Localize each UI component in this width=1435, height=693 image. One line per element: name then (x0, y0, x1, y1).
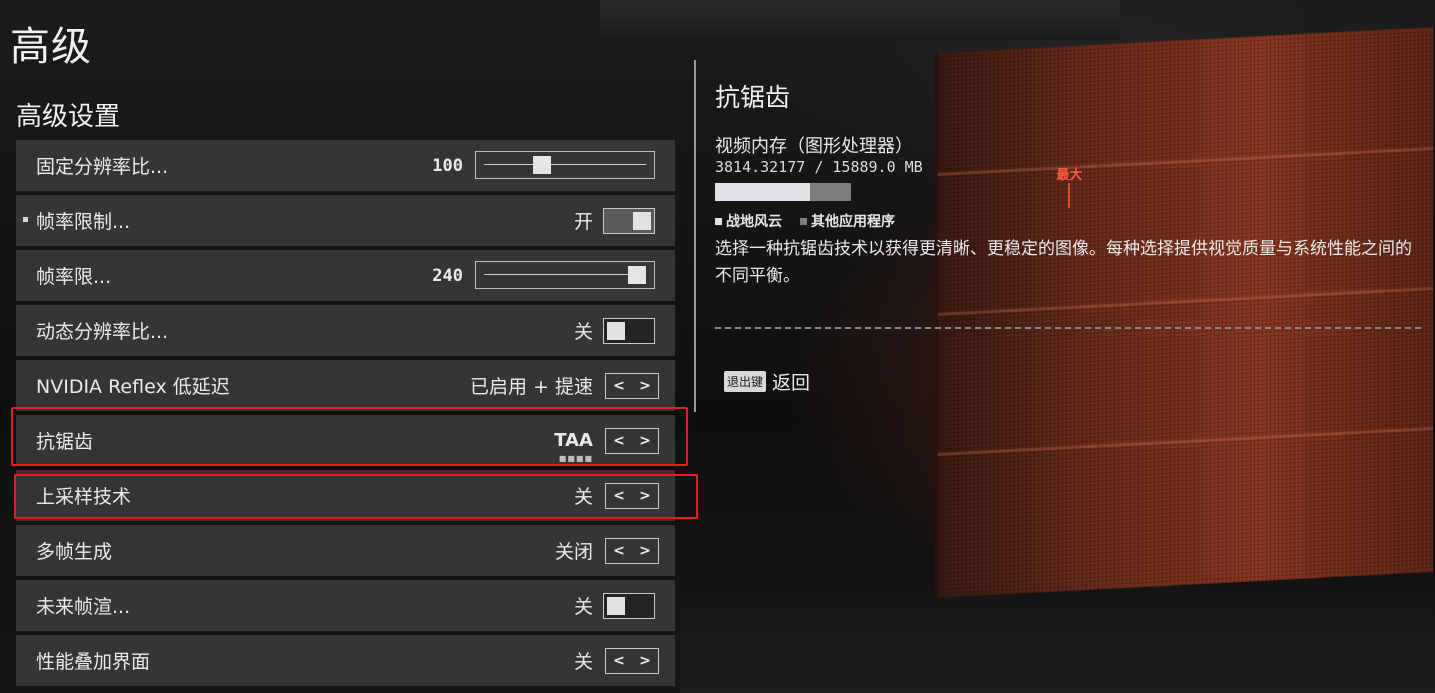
setting-row[interactable]: NVIDIA Reflex 低延迟 已启用 + 提速 < > (16, 360, 675, 411)
setting-toggle[interactable] (603, 318, 655, 344)
vram-other-segment (809, 183, 851, 201)
back-label: 返回 (772, 372, 811, 394)
setting-row[interactable]: 固定分辨率比... 100 (16, 140, 675, 191)
setting-row[interactable]: 多帧生成 关闭 < > (16, 525, 675, 576)
slider-track (484, 164, 646, 165)
vram-game-segment (715, 183, 810, 201)
setting-label: NVIDIA Reflex 低延迟 (36, 376, 230, 398)
vram-label: 视频内存（图形处理器） (715, 136, 913, 157)
vram-legend: 战地风云 其他应用程序 (715, 211, 895, 231)
slider-thumb[interactable] (533, 156, 552, 174)
setting-row[interactable]: 动态分辨率比... 关 (16, 305, 675, 356)
setting-label: 未来帧渲... (36, 596, 131, 618)
option-selector[interactable]: < > (605, 538, 659, 564)
setting-value: 关闭 (554, 541, 593, 563)
setting-label: 固定分辨率比... (36, 156, 169, 178)
setting-label: 帧率限... (36, 266, 112, 288)
legend-label: 战地风云 (726, 214, 782, 230)
chevron-right-icon[interactable]: > (639, 653, 651, 669)
toggle-knob (607, 322, 625, 340)
chevron-right-icon[interactable]: > (639, 543, 651, 559)
legend-swatch (715, 218, 722, 225)
legend-label: 其他应用程序 (811, 214, 895, 230)
setting-row[interactable]: 性能叠加界面关 < > (16, 635, 675, 686)
vram-value: 3814.32177 / 15889.0 MB (715, 158, 923, 176)
background-beam (600, 0, 1120, 40)
setting-value: 关 (573, 321, 593, 343)
chevron-right-icon[interactable]: > (639, 378, 651, 394)
setting-value: 240 (432, 265, 463, 286)
toggle-knob (607, 597, 625, 615)
option-selector[interactable]: < > (605, 373, 659, 399)
setting-value: 关 (573, 651, 593, 673)
slider-track (484, 274, 646, 275)
setting-label: 多帧生成 (36, 541, 113, 563)
chevron-left-icon[interactable]: < (613, 378, 625, 394)
setting-label: 性能叠加界面 (36, 651, 151, 673)
annotation-highlight-antialiasing (11, 407, 688, 466)
section-title: 高级设置 (16, 102, 121, 132)
setting-label: 帧率限制... (36, 211, 131, 233)
setting-value: 已启用 + 提速 (470, 376, 593, 398)
setting-value: 开 (573, 211, 593, 233)
toggle-knob (633, 212, 651, 230)
setting-toggle[interactable] (603, 593, 655, 619)
setting-toggle[interactable] (603, 208, 655, 234)
background-screen-panel (935, 26, 1433, 599)
setting-slider[interactable] (475, 261, 655, 289)
legend-swatch (800, 218, 807, 225)
info-description: 选择一种抗锯齿技术以获得更清晰、更稳定的图像。每种选择提供视觉质量与系统性能之间… (715, 239, 1412, 286)
info-title: 抗锯齿 (715, 83, 791, 112)
vram-max-label: 最大 (1056, 168, 1083, 183)
legend-item: 其他应用程序 (800, 211, 895, 231)
back-button[interactable]: 退出键 返回 (724, 368, 810, 395)
chevron-left-icon[interactable]: < (613, 653, 625, 669)
page-title: 高级 (10, 24, 92, 70)
modified-indicator (23, 217, 28, 222)
legend-item: 战地风云 (715, 211, 782, 231)
setting-row[interactable]: 未来帧渲... 关 (16, 580, 675, 631)
info-divider (694, 60, 696, 412)
background-floor (680, 583, 1435, 693)
slider-thumb[interactable] (628, 266, 646, 284)
setting-label: 动态分辨率比... (36, 321, 169, 343)
option-selector[interactable]: < > (605, 648, 659, 674)
setting-value: 关 (573, 596, 593, 618)
setting-row[interactable]: 帧率限制... 开 (16, 195, 675, 246)
chevron-left-icon[interactable]: < (613, 543, 625, 559)
escape-key-hint: 退出键 (724, 371, 767, 392)
setting-value: 100 (432, 155, 463, 176)
setting-row[interactable]: 帧率限... 240 (16, 250, 675, 301)
dashed-separator (715, 327, 1421, 329)
setting-slider[interactable] (475, 151, 655, 179)
annotation-highlight-upscaling (14, 474, 698, 519)
vram-usage-bar: 最大 (715, 168, 1421, 208)
vram-max-marker (1068, 183, 1071, 208)
